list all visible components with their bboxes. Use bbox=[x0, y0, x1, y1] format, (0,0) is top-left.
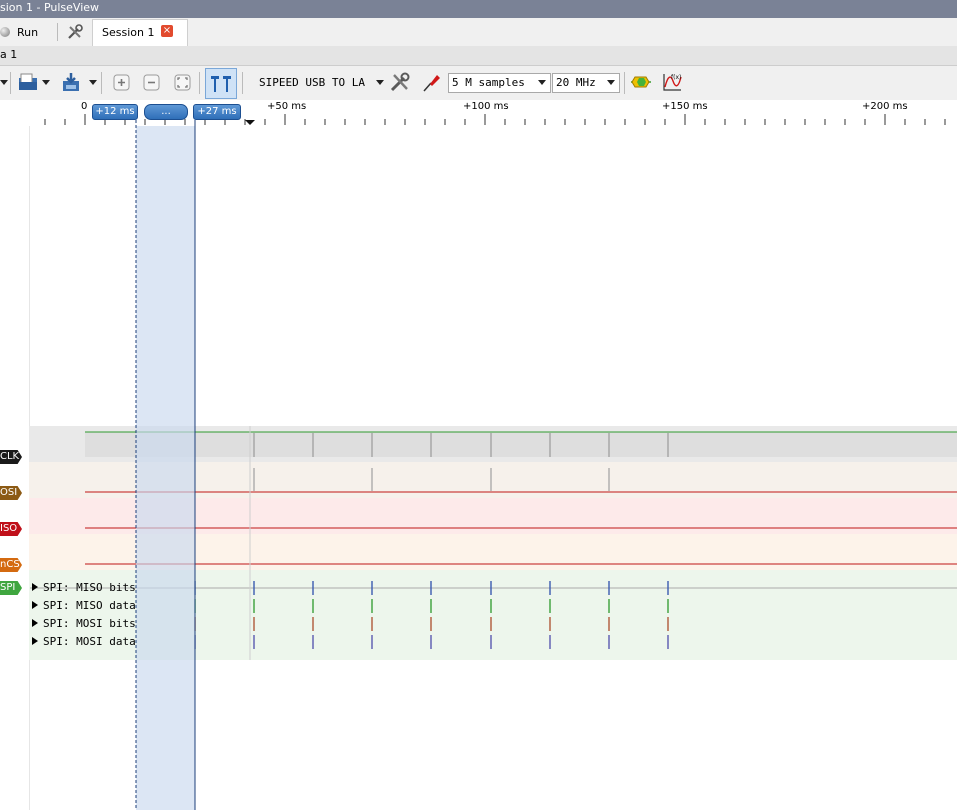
decoder-row-miso-data[interactable]: SPI: MISO data bbox=[32, 599, 136, 612]
tab-separator bbox=[57, 23, 58, 41]
save-icon[interactable] bbox=[60, 71, 82, 93]
decoder-row-mosi-bits[interactable]: SPI: MOSI bits bbox=[32, 617, 136, 630]
expand-arrow-icon[interactable] bbox=[32, 583, 38, 591]
svg-text:f(x): f(x) bbox=[671, 74, 681, 81]
decoder-row-miso-bits[interactable]: SPI: MISO bits bbox=[32, 581, 136, 594]
toolbar-separator bbox=[10, 72, 11, 94]
expand-arrow-icon[interactable] bbox=[32, 601, 38, 609]
expand-arrow-icon[interactable] bbox=[32, 637, 38, 645]
samplerate-chevron-icon bbox=[607, 80, 615, 85]
channel-label-mosi[interactable]: OSI bbox=[0, 486, 22, 500]
decoder-row-label: SPI: MISO bits bbox=[43, 581, 136, 594]
channel-label-spi[interactable]: SPI bbox=[0, 581, 22, 595]
chevron-down-icon[interactable] bbox=[0, 80, 8, 85]
dock-title-bar: a 1 bbox=[0, 46, 957, 66]
probe-icon[interactable] bbox=[421, 71, 443, 93]
close-tab-icon[interactable]: × bbox=[161, 25, 173, 37]
channel-label-ncs[interactable]: nCS bbox=[0, 558, 22, 572]
samples-value: 5 M samples bbox=[452, 76, 525, 89]
save-menu-chevron-icon[interactable] bbox=[89, 80, 97, 85]
channel-label-clk[interactable]: CLK bbox=[0, 450, 22, 464]
decoder-row-label: SPI: MOSI data bbox=[43, 635, 136, 648]
toolbar-separator bbox=[199, 72, 200, 94]
device-chevron-icon[interactable] bbox=[376, 80, 384, 85]
zoom-out-icon[interactable] bbox=[141, 71, 163, 93]
decoder-row-label: SPI: MISO data bbox=[43, 599, 136, 612]
run-status-icon bbox=[0, 27, 10, 37]
decoder-row-mosi-data[interactable]: SPI: MOSI data bbox=[32, 635, 136, 648]
channel-label-miso[interactable]: ISO bbox=[0, 522, 22, 536]
cursor-icon bbox=[211, 76, 231, 92]
open-icon[interactable] bbox=[17, 71, 39, 93]
expand-arrow-icon[interactable] bbox=[32, 619, 38, 627]
tab-session-1[interactable]: Session 1 × bbox=[92, 19, 188, 46]
run-button[interactable]: Run bbox=[0, 21, 55, 43]
window-title: sion 1 - PulseView bbox=[0, 1, 100, 14]
configure-icon[interactable] bbox=[389, 71, 411, 93]
math-icon[interactable]: f(x) bbox=[661, 71, 683, 93]
title-bar: sion 1 - PulseView bbox=[0, 0, 957, 18]
samplerate-select[interactable]: 20 MHz bbox=[552, 73, 620, 93]
toolbar-separator bbox=[624, 72, 625, 94]
toolbar-separator bbox=[242, 72, 243, 94]
settings-tools-icon[interactable] bbox=[66, 23, 84, 41]
waveform-canvas bbox=[30, 120, 957, 810]
dock-title: a 1 bbox=[0, 48, 18, 61]
samplerate-value: 20 MHz bbox=[556, 76, 596, 89]
decoder-icon[interactable] bbox=[630, 71, 652, 93]
cursor-toggle-button[interactable] bbox=[205, 68, 237, 99]
run-label: Run bbox=[17, 26, 39, 39]
device-selector[interactable]: SIPEED USB TO LA bbox=[259, 76, 365, 89]
zoom-in-icon[interactable] bbox=[111, 71, 133, 93]
samples-chevron-icon bbox=[538, 80, 546, 85]
samples-select[interactable]: 5 M samples bbox=[448, 73, 551, 93]
tab-session-label: Session 1 bbox=[102, 26, 155, 39]
main-toolbar: SIPEED USB TO LA 5 M samples 20 MHz f(x) bbox=[0, 66, 957, 101]
decoder-row-label: SPI: MOSI bits bbox=[43, 617, 136, 630]
zoom-fit-icon[interactable] bbox=[172, 71, 194, 93]
tab-bar: Run Session 1 × bbox=[0, 18, 957, 47]
open-menu-chevron-icon[interactable] bbox=[42, 80, 50, 85]
toolbar-separator bbox=[101, 72, 102, 94]
